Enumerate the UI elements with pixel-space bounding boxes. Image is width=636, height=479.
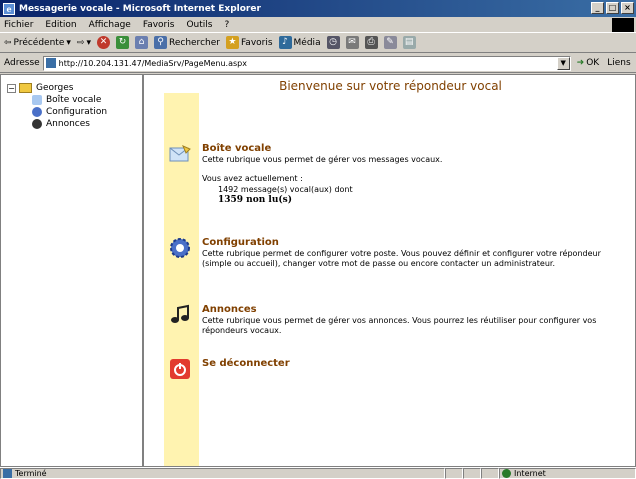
- page-icon: [45, 58, 56, 68]
- address-bar: Adresse http://10.204.131.47/MediaSrv/Pa…: [0, 54, 636, 73]
- main-frame: Bienvenue sur votre répondeur vocal Boît…: [146, 75, 635, 466]
- maximize-button[interactable]: □: [606, 2, 619, 14]
- search-icon: ⚲: [153, 36, 167, 49]
- refresh-icon[interactable]: ↻: [115, 36, 129, 49]
- tree-root-label: Georges: [36, 83, 74, 93]
- stop-icon[interactable]: ✕: [96, 36, 110, 49]
- section-logout: Se déconnecter: [168, 358, 628, 379]
- configuration-link[interactable]: Configuration: [202, 237, 628, 248]
- envelope-icon: [32, 95, 42, 105]
- section-configuration: Configuration Cette rubrique permet de c…: [168, 237, 628, 269]
- tree-item-configuration[interactable]: Configuration: [7, 106, 142, 118]
- window-titlebar: e Messagerie vocale - Microsoft Internet…: [0, 0, 636, 17]
- music-note-icon: [32, 119, 42, 129]
- section-voicemail: Boîte vocale Cette rubrique vous permet …: [168, 143, 628, 206]
- envelope-icon: [168, 143, 192, 165]
- print-icon[interactable]: ⎙: [364, 36, 378, 49]
- security-zone: Internet: [514, 469, 546, 478]
- go-button[interactable]: ➜ OK: [577, 58, 600, 68]
- page-title: Bienvenue sur votre répondeur vocal: [279, 79, 502, 93]
- window-title: Messagerie vocale - Microsoft Internet E…: [19, 3, 261, 14]
- status-bar: Terminé Internet: [0, 467, 636, 479]
- address-label: Adresse: [4, 58, 40, 68]
- edit-icon[interactable]: ✎: [383, 36, 397, 49]
- minimize-button[interactable]: _: [591, 2, 604, 14]
- chevron-down-icon: ▾: [86, 37, 91, 48]
- page-icon: [3, 469, 12, 478]
- favorites-icon: ★: [225, 36, 239, 49]
- tree-item-announces[interactable]: Annonces: [7, 118, 142, 130]
- menu-help[interactable]: ?: [224, 20, 229, 30]
- announces-description: Cette rubrique vous permet de gérer vos …: [202, 316, 597, 335]
- links-button[interactable]: Liens: [607, 58, 630, 68]
- home-icon[interactable]: ⌂: [134, 36, 148, 49]
- voicemail-link[interactable]: Boîte vocale: [202, 143, 628, 154]
- back-button[interactable]: ⇦ Précédente ▾: [4, 38, 71, 48]
- ie-logo-icon: e: [3, 2, 15, 15]
- toolbar: ⇦ Précédente ▾ ⇨ ▾ ✕ ↻ ⌂ ⚲ Rechercher ★ F…: [0, 33, 636, 53]
- browser-content: − Georges Boîte vocale Configuration Ann…: [0, 74, 636, 467]
- forward-button[interactable]: ⇨ ▾: [77, 38, 91, 48]
- address-input[interactable]: http://10.204.131.47/MediaSrv/PageMenu.a…: [42, 55, 571, 71]
- voicemail-current-label: Vous avez actuellement :: [202, 174, 303, 183]
- globe-icon: [502, 469, 511, 478]
- message-count: 1492 message(s) vocal(aux) dont: [218, 185, 353, 194]
- announces-link[interactable]: Annonces: [202, 304, 628, 315]
- tree-root[interactable]: − Georges: [7, 82, 142, 94]
- go-arrow-icon: ➜: [576, 58, 585, 68]
- media-button[interactable]: ♪ Média: [278, 36, 321, 49]
- menu-edition[interactable]: Edition: [45, 20, 76, 30]
- voicemail-description: Cette rubrique vous permet de gérer vos …: [202, 155, 443, 164]
- status-text: Terminé: [15, 469, 47, 478]
- logout-link[interactable]: Se déconnecter: [202, 358, 628, 369]
- menu-favoris[interactable]: Favoris: [143, 20, 175, 30]
- tree-item-voicemail[interactable]: Boîte vocale: [7, 94, 142, 106]
- windows-logo-icon: [612, 18, 634, 32]
- history-icon[interactable]: ◷: [326, 36, 340, 49]
- section-announces: Annonces Cette rubrique vous permet de g…: [168, 304, 628, 336]
- mail-icon[interactable]: ✉: [345, 36, 359, 49]
- media-icon: ♪: [278, 36, 292, 49]
- menu-affichage[interactable]: Affichage: [89, 20, 131, 30]
- power-icon: [168, 358, 192, 380]
- unread-count: 1359 non lu(s): [218, 195, 292, 205]
- gear-icon: [168, 237, 192, 259]
- favorites-button[interactable]: ★ Favoris: [225, 36, 273, 49]
- menu-bar: Fichier Edition Affichage Favoris Outils…: [0, 17, 636, 33]
- collapse-icon[interactable]: −: [7, 83, 16, 93]
- gear-icon: [32, 107, 42, 117]
- address-url: http://10.204.131.47/MediaSrv/PageMenu.a…: [58, 58, 247, 68]
- music-note-icon: [168, 304, 192, 326]
- address-dropdown-icon[interactable]: ▼: [556, 56, 570, 70]
- configuration-description: Cette rubrique permet de configurer votr…: [202, 249, 601, 268]
- menu-outils[interactable]: Outils: [186, 20, 212, 30]
- forward-arrow-icon: ⇨: [76, 37, 85, 48]
- navigation-tree: − Georges Boîte vocale Configuration Ann…: [1, 75, 144, 466]
- close-button[interactable]: ×: [621, 2, 634, 14]
- discuss-icon[interactable]: ▤: [402, 36, 416, 49]
- back-arrow-icon: ⇦: [4, 37, 12, 48]
- search-button[interactable]: ⚲ Rechercher: [153, 36, 220, 49]
- chevron-down-icon: ▾: [66, 37, 71, 48]
- folder-icon: [19, 83, 32, 93]
- menu-fichier[interactable]: Fichier: [4, 20, 33, 30]
